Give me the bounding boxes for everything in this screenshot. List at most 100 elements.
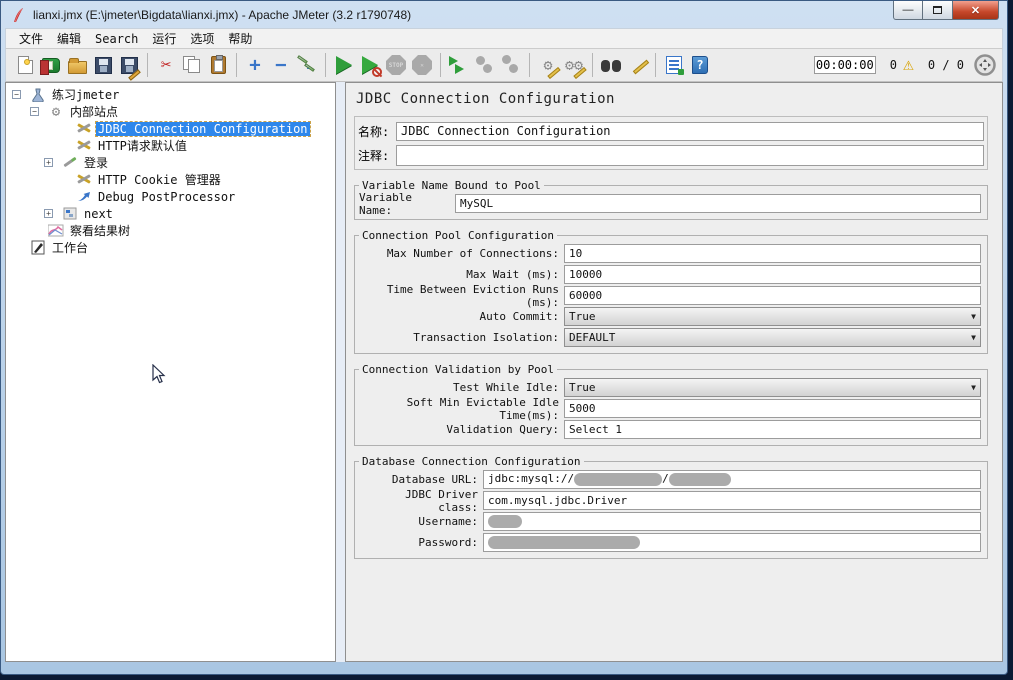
remote-stop-all-button[interactable]: [472, 52, 498, 78]
remote-shutdown-all-button[interactable]: [498, 52, 524, 78]
paste-button[interactable]: [205, 52, 231, 78]
shutdown-x-icon: ✕: [412, 55, 432, 75]
toolbar-separator: [440, 53, 441, 77]
config-element-icon: [75, 138, 93, 153]
auto-commit-select[interactable]: True ▼: [564, 307, 981, 326]
search-button[interactable]: [598, 52, 624, 78]
tree-item-label[interactable]: 工作台: [50, 239, 90, 256]
cut-button[interactable]: ✂: [153, 52, 179, 78]
variable-name-field[interactable]: [455, 194, 981, 213]
search-reset-button[interactable]: [624, 52, 650, 78]
tree-item-thread-group[interactable]: − ⚙ 内部站点: [30, 103, 335, 120]
username-field[interactable]: [483, 512, 981, 531]
eviction-runs-field[interactable]: [564, 286, 981, 305]
expand-all-button[interactable]: +: [242, 52, 268, 78]
templates-book-icon: [40, 57, 60, 75]
tree-item-jdbc-config[interactable]: JDBC Connection Configuration: [58, 120, 335, 137]
max-connections-field[interactable]: [564, 244, 981, 263]
save-as-button[interactable]: [116, 52, 142, 81]
warning-triangle-icon[interactable]: ⚠: [903, 56, 914, 74]
autoscroll-toggle-icon[interactable]: [974, 54, 996, 76]
variable-name-label: Variable Name:: [359, 190, 412, 217]
tree-item-label[interactable]: Debug PostProcessor: [96, 190, 237, 204]
shutdown-button[interactable]: ✕: [409, 52, 435, 78]
tree-item-label[interactable]: 登录: [82, 154, 110, 171]
workbench-icon: [29, 240, 47, 255]
titlebar: lianxi.jmx (E:\jmeter\Bigdata\lianxi.jmx…: [1, 1, 1007, 28]
database-url-field[interactable]: jdbc:mysql:// /: [483, 470, 981, 489]
open-button[interactable]: [64, 52, 90, 78]
collapse-toggle-icon[interactable]: −: [12, 90, 21, 99]
tree-item-label-selected[interactable]: JDBC Connection Configuration: [95, 120, 311, 137]
redacted-dbname: [668, 473, 731, 486]
clear-all-button[interactable]: ⚙⚙: [561, 52, 587, 80]
start-button[interactable]: [331, 52, 357, 78]
minimize-button[interactable]: —: [893, 1, 923, 20]
tree-item-debug-postprocessor[interactable]: Debug PostProcessor: [58, 188, 335, 205]
tree-item-view-results-tree[interactable]: 察看结果树: [30, 222, 335, 239]
comment-field[interactable]: [396, 144, 984, 166]
function-helper-button[interactable]: [661, 52, 687, 78]
tree-item-workbench[interactable]: 工作台: [12, 239, 335, 256]
tree-item-cookie-manager[interactable]: HTTP Cookie 管理器: [58, 171, 335, 188]
chevron-down-icon: ▼: [971, 333, 976, 342]
collapse-toggle-icon[interactable]: −: [30, 107, 39, 116]
transaction-isolation-select[interactable]: DEFAULT ▼: [564, 328, 981, 347]
test-while-idle-select[interactable]: True ▼: [564, 378, 981, 397]
tree-item-label[interactable]: next: [82, 207, 115, 221]
stop-button[interactable]: STOP: [383, 52, 409, 78]
minus-icon: −: [275, 53, 287, 76]
jdbc-driver-label: JDBC Driver class:: [405, 487, 478, 514]
reset-broom-icon: [632, 59, 650, 75]
collapse-all-button[interactable]: −: [268, 52, 294, 78]
menu-edit[interactable]: 编辑: [50, 28, 88, 49]
jmeter-window: lianxi.jmx (E:\jmeter\Bigdata\lianxi.jmx…: [0, 0, 1008, 675]
soft-min-evictable-label: Soft Min Evictable Idle Time(ms):: [406, 395, 559, 422]
tree-item-http-defaults[interactable]: HTTP请求默认值: [58, 137, 335, 154]
soft-min-evictable-field[interactable]: [564, 399, 981, 418]
jdbc-config-panel: JDBC Connection Configuration 名称: 注释: Va…: [345, 82, 1003, 662]
menu-help[interactable]: 帮助: [221, 28, 259, 49]
tree-item-label[interactable]: HTTP Cookie 管理器: [96, 171, 223, 188]
tree-item-login[interactable]: + 登录: [44, 154, 335, 171]
maximize-button[interactable]: [923, 1, 953, 20]
copy-icon: [183, 56, 201, 74]
error-count[interactable]: 0: [890, 58, 897, 72]
auto-commit-value: True: [569, 310, 596, 323]
menu-search[interactable]: Search: [88, 30, 145, 48]
validation-query-field[interactable]: [564, 420, 981, 439]
jdbc-driver-field[interactable]: [483, 491, 981, 510]
clear-button[interactable]: ⚙: [535, 52, 561, 80]
remote-shutdown-icon: [509, 64, 518, 73]
help-button[interactable]: ?: [687, 52, 713, 78]
toolbar: ✂ + − ↘ STOP ✕ ⚙ ⚙⚙ ? 00:0: [5, 49, 1003, 82]
tree-item-label[interactable]: 内部站点: [68, 103, 120, 120]
expand-toggle-icon[interactable]: +: [44, 158, 53, 167]
expand-toggle-icon[interactable]: +: [44, 209, 53, 218]
tree-item-label[interactable]: 练习jmeter: [50, 86, 121, 103]
controller-icon: [61, 206, 79, 221]
menu-options[interactable]: 选项: [183, 28, 221, 49]
page-title: JDBC Connection Configuration: [356, 91, 615, 107]
split-pane-divider[interactable]: [336, 82, 345, 662]
start-no-timers-button[interactable]: [357, 52, 383, 78]
templates-button[interactable]: [38, 52, 64, 78]
tree-item-label[interactable]: 察看结果树: [68, 222, 132, 239]
max-wait-field[interactable]: [564, 265, 981, 284]
tree-item-next[interactable]: + next: [44, 205, 335, 222]
close-button[interactable]: ✕: [953, 1, 999, 20]
save-button[interactable]: [90, 52, 116, 78]
password-field[interactable]: [483, 533, 981, 552]
tree-item-test-plan[interactable]: − 练习jmeter: [12, 86, 335, 103]
toggle-button[interactable]: ↘: [294, 52, 320, 78]
remote-start-all-button[interactable]: [446, 52, 472, 78]
name-field[interactable]: [396, 121, 984, 141]
menu-run[interactable]: 运行: [145, 28, 183, 49]
copy-button[interactable]: [179, 52, 205, 78]
tree-item-label[interactable]: HTTP请求默认值: [96, 137, 189, 154]
menu-file[interactable]: 文件: [12, 28, 50, 49]
post-processor-arrow-icon: [75, 189, 93, 204]
test-plan-icon: [29, 87, 47, 102]
new-button[interactable]: [12, 52, 38, 78]
test-plan-tree: − 练习jmeter − ⚙ 内部站点 JDBC Connection Conf…: [5, 82, 336, 662]
